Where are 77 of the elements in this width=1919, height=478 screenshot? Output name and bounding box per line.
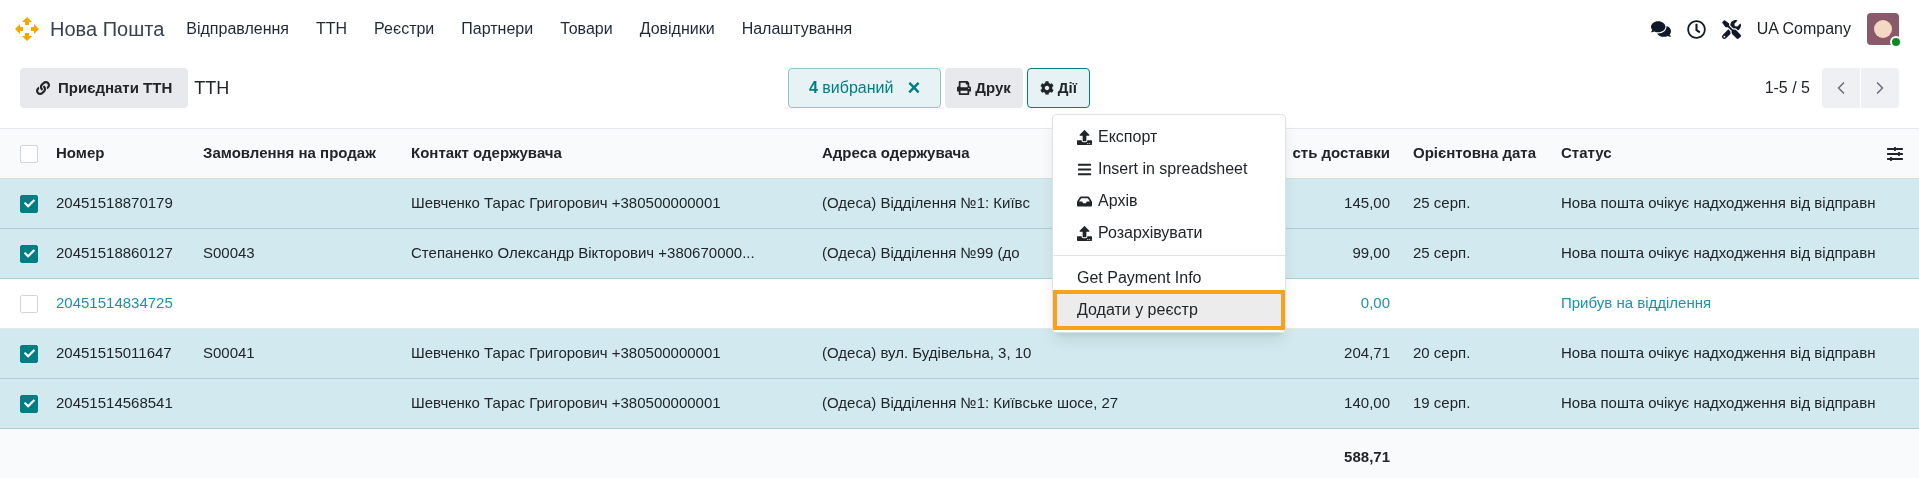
logo-icon [14,16,40,42]
number-cell: 20451514834725 [56,294,173,312]
date-cell: 25 серп. [1413,194,1471,212]
attach-ttn-button[interactable]: Приєднати ТТН [20,68,189,108]
cost-cell: 145,00 [1344,194,1390,212]
menu-item[interactable]: Експорт [1057,121,1281,153]
date-cell: 19 серп. [1413,394,1471,412]
check-icon [23,248,35,259]
tools-icon[interactable] [1721,19,1741,39]
address-cell: (Одеса) Відділення №1: Київське шосе, 27 [822,394,1119,412]
column-settings-icon[interactable] [1887,146,1903,162]
address-cell: (Одеса) Відділення №99 (до [822,244,1020,262]
nav-link[interactable]: Довідники [639,17,715,41]
order-cell: S00041 [203,344,255,362]
row-checkbox[interactable] [20,194,38,213]
cost-cell: 99,00 [1352,244,1390,262]
gear-icon [1039,81,1054,95]
contact-cell: Шевченко Тарас Григорович +380500000001 [411,344,721,362]
upload-icon [1077,129,1092,145]
link-icon [36,81,50,95]
number-cell: 20451514568541 [56,394,173,412]
row-checkbox[interactable] [20,344,38,363]
status-cell: Нова пошта очікує надходження від відправн [1561,344,1876,362]
printer-icon [957,81,972,95]
table-row[interactable]: 20451515011647 S00041 Шевченко Тарас Григорович +380500000001 (Одеса) вул. Будівельна, 3, 10 204,71 20 серп. Нова пошта очікує надходження від відправн [0,329,1919,379]
column-header[interactable]: Замовлення на продаж [203,144,376,162]
nav-link[interactable]: Товари [560,17,613,41]
nav-link[interactable]: Відправлення [186,17,289,41]
column-header[interactable]: Статус [1561,144,1612,162]
cost-cell: 204,71 [1344,344,1390,362]
status-cell: Нова пошта очікує надходження від відправн [1561,194,1876,212]
selection-count: 4 вибраний [809,78,894,98]
contact-cell: Шевченко Тарас Григорович +380500000001 [411,394,721,412]
page-title: ТТН [194,76,230,100]
clear-selection-button[interactable]: × [907,77,921,99]
date-cell: 25 серп. [1413,244,1471,262]
contact-cell: Степаненко Олександр Вікторович +380670000... [411,244,755,262]
check-icon [23,398,35,409]
print-button[interactable]: Друк [945,68,1023,108]
upload-icon [1077,225,1092,241]
column-header[interactable]: Орієнтовна дата [1413,144,1536,162]
column-header[interactable]: Контакт одержувача [411,144,562,162]
number-cell: 20451515011647 [56,344,172,362]
row-checkbox[interactable] [20,244,38,263]
nav-link[interactable]: Реєстри [374,17,435,41]
check-icon [23,198,35,209]
address-cell: (Одеса) вул. Будівельна, 3, 10 [822,344,1032,362]
number-cell: 20451518870179 [56,194,173,212]
nav-link[interactable]: ТТН [316,17,348,41]
nav-link[interactable]: Партнери [461,17,534,41]
cost-cell: 0,00 [1360,294,1390,312]
actions-button[interactable]: Дії [1026,68,1090,108]
total-cost: 588,71 [1344,447,1390,465]
number-cell: 20451518860127 [56,244,173,262]
pager-text: 1-5 / 5 [1764,78,1810,98]
status-cell: Прибув на відділення [1561,294,1712,312]
clock-icon[interactable] [1686,19,1706,39]
column-header[interactable]: Адреса одержувача [822,144,970,162]
company-name[interactable]: UA Company [1756,17,1851,41]
order-cell: S00043 [203,244,255,262]
column-header[interactable]: Номер [56,144,105,162]
status-cell: Нова пошта очікує надходження від відправн [1561,244,1876,262]
check-icon [23,348,35,359]
row-checkbox[interactable] [20,394,38,413]
contact-cell: Шевченко Тарас Григорович +380500000001 [411,194,721,212]
chat-icon[interactable] [1650,19,1671,39]
menu-item[interactable]: Архів [1057,185,1281,217]
address-cell: (Одеса) Відділення №1: Київс [822,194,1030,212]
status-cell: Нова пошта очікує надходження від відправн [1561,394,1876,412]
table-row[interactable]: 20451514568541 Шевченко Тарас Григорович +380500000001 (Одеса) Відділення №1: Київське шосе, 27 140,00 19 серп. Нова пошта очікує надходження від відправн [0,379,1919,429]
user-avatar[interactable] [1867,13,1899,45]
cost-cell: 140,00 [1344,394,1390,412]
column-header[interactable]: сть доставки [1292,144,1390,162]
bars-icon [1077,161,1092,177]
nav-link[interactable]: Налаштування [741,17,853,41]
brand-name[interactable]: Нова Пошта [50,14,165,44]
date-cell: 20 серп. [1413,344,1471,362]
